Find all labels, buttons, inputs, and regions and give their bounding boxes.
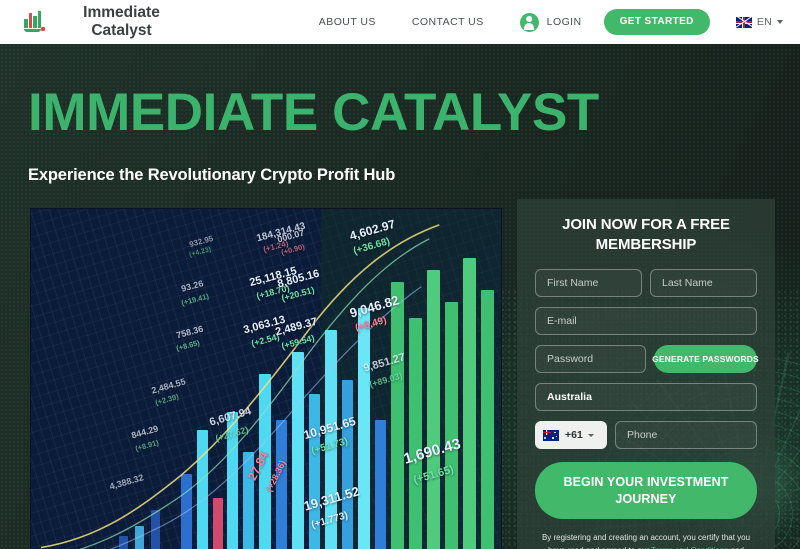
form-title: JOIN NOW FOR A FREE MEMBERSHIP [562,216,730,253]
email-row: E-mail [535,307,757,335]
brand-name: Immediate Catalyst [83,4,160,39]
australia-flag-icon [543,429,559,441]
nav-item-contact-us[interactable]: CONTACT US [412,16,484,28]
legal-disclaimer: By registering and creating an account, … [535,531,757,549]
hero-subtitle: Experience the Revolutionary Crypto Prof… [28,166,396,184]
page-title: IMMEDIATE CATALYST [28,83,599,142]
email-input[interactable]: E-mail [535,307,757,335]
last-name-input[interactable]: Last Name [650,269,757,297]
main-navigation: ABOUT US CONTACT US LOGIN GET STARTED EN [319,9,783,35]
site-header: Immediate Catalyst ABOUT US CONTACT US L… [0,0,800,44]
login-label: LOGIN [546,16,582,28]
uk-flag-icon [735,16,752,28]
generate-passwords-button[interactable]: GENERATE PASSWORDS [652,345,759,373]
hero-section: IMMEDIATE CATALYST Experience the Revolu… [0,44,800,549]
chevron-down-icon [777,20,783,24]
country-row: Australia [535,383,757,411]
candlestick-chart-logo-icon [20,9,48,35]
chevron-down-icon [587,433,594,437]
get-started-button[interactable]: GET STARTED [603,9,710,35]
login-button[interactable]: LOGIN [519,12,582,32]
country-code-label: +61 [565,429,583,441]
password-row: Password GENERATE PASSWORDS [535,345,759,373]
first-name-input[interactable]: First Name [535,269,642,297]
name-row: First Name Last Name [535,269,757,297]
phone-row: +61 Phone [535,421,757,449]
trading-board-image: 932.95 (+4.23) 184,314.43 (+1.24) 93.26 … [30,208,502,549]
country-select[interactable]: Australia [535,383,757,411]
nav-item-about-us[interactable]: ABOUT US [319,16,376,28]
brand-logo[interactable]: Immediate Catalyst [20,4,174,40]
board-ticker-numbers: 932.95 (+4.23) 184,314.43 (+1.24) 93.26 … [108,216,463,531]
language-label: EN [756,16,772,28]
language-selector[interactable]: EN [735,16,783,28]
landing-page: Immediate Catalyst ABOUT US CONTACT US L… [0,0,800,549]
password-input[interactable]: Password [535,345,646,373]
submit-button[interactable]: BEGIN YOUR INVESTMENT JOURNEY [535,462,757,519]
user-avatar-icon [519,12,539,32]
country-code-select[interactable]: +61 [535,421,607,449]
phone-input[interactable]: Phone [615,421,757,449]
signup-form-panel: JOIN NOW FOR A FREE MEMBERSHIP First Nam… [517,199,775,549]
